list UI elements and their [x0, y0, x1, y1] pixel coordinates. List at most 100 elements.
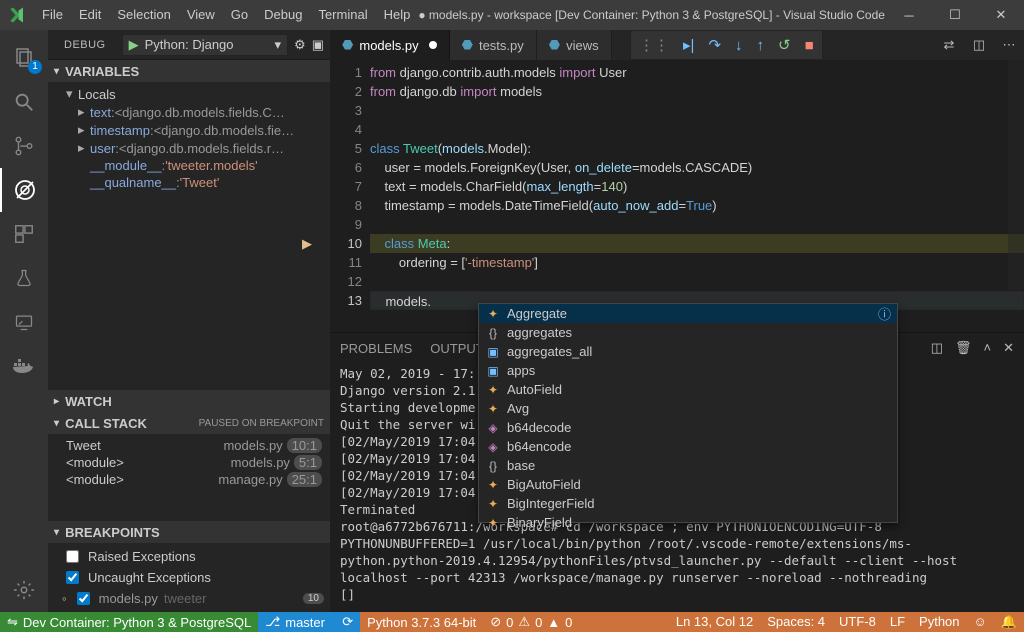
panel-close-icon[interactable]: ✕ [1003, 340, 1014, 356]
continue-icon[interactable]: ▸| [683, 36, 694, 54]
editor-area: ⬣models.py ⬣tests.py ⬣views ⇄ ◫ ⋯ ⋮⋮ ▸| … [330, 30, 1024, 612]
step-out-icon[interactable]: ↑ [757, 37, 765, 54]
testing-flask-icon[interactable] [0, 256, 48, 300]
ac-item[interactable]: ✦AutoField [479, 380, 897, 399]
ac-item[interactable]: {}base [479, 456, 897, 475]
panel-up-icon[interactable]: ˄ [984, 340, 992, 356]
ac-item[interactable]: {}aggregates [479, 323, 897, 342]
menu-go[interactable]: Go [223, 0, 256, 30]
sync-icon[interactable]: ⟳ [342, 614, 353, 630]
docker-icon[interactable] [0, 344, 48, 388]
bp-file[interactable]: ◦models.py tweeter10 [48, 588, 330, 609]
close-button[interactable]: ✕ [978, 0, 1024, 30]
ac-item[interactable]: ◈b64encode [479, 437, 897, 456]
menu-bar: File Edit Selection View Go Debug Termin… [34, 0, 418, 30]
method-icon: ✦ [485, 307, 501, 321]
autocomplete-popup[interactable]: ✦Aggregateⓘ {}aggregates ▣aggregates_all… [478, 303, 898, 523]
tab-tests[interactable]: ⬣tests.py [450, 30, 537, 60]
panel-tab-output[interactable]: OUTPUT [430, 341, 483, 356]
tab-models[interactable]: ⬣models.py [330, 30, 450, 60]
encoding[interactable]: UTF-8 [832, 614, 883, 629]
floating-debug-bar[interactable]: ⋮⋮ ▸| ↷ ↓ ↑ ↺ ■ [630, 30, 823, 60]
code-editor[interactable]: 123456789 10▶ 111213 from django.contrib… [330, 60, 1024, 332]
panel-split-icon[interactable]: ◫ [931, 340, 943, 356]
explorer-icon[interactable]: 1 [0, 36, 48, 80]
var-text[interactable]: ▸text: <django.db.models.fields.C… [48, 103, 330, 121]
frame-module-2[interactable]: <module>manage.py25:1 [48, 471, 330, 488]
step-into-icon[interactable]: ↓ [735, 37, 743, 54]
extensions-icon[interactable] [0, 212, 48, 256]
menu-selection[interactable]: Selection [109, 0, 178, 30]
stop-icon[interactable]: ■ [805, 37, 814, 54]
maximize-button[interactable]: ☐ [932, 0, 978, 30]
debug-label: DEBUG [54, 37, 116, 53]
scm-icon[interactable] [0, 124, 48, 168]
frame-module-1[interactable]: <module>models.py5:1 [48, 454, 330, 471]
debug-icon[interactable] [0, 168, 48, 212]
menu-edit[interactable]: Edit [71, 0, 109, 30]
ac-item[interactable]: ✦BigAutoField [479, 475, 897, 494]
breakpoints-section[interactable]: ▾ BREAKPOINTS [48, 521, 330, 543]
ac-item[interactable]: ✦Avg [479, 399, 897, 418]
menu-debug[interactable]: Debug [256, 0, 310, 30]
var-timestamp[interactable]: ▸timestamp: <django.db.models.fie… [48, 121, 330, 139]
minimap[interactable] [1008, 60, 1024, 290]
ac-item[interactable]: ✦BinaryField [479, 513, 897, 532]
watch-section[interactable]: ▸ WATCH [48, 390, 330, 412]
split-editor-icon[interactable]: ◫ [964, 30, 994, 60]
ac-item[interactable]: ▣apps [479, 361, 897, 380]
menu-view[interactable]: View [179, 0, 223, 30]
remote-indicator[interactable]: ⇋Dev Container: Python 3 & PostgreSQL [0, 612, 258, 632]
restart-icon[interactable]: ↺ [778, 36, 791, 54]
bp-raised-checkbox[interactable] [66, 550, 79, 563]
eol[interactable]: LF [883, 614, 912, 629]
language-mode[interactable]: Python [912, 614, 966, 629]
ac-item[interactable]: ✦Aggregateⓘ [479, 304, 897, 323]
bp-raised[interactable]: Raised Exceptions [48, 546, 330, 567]
settings-gear-icon[interactable] [0, 568, 48, 612]
debug-config: Python: Django [145, 37, 234, 52]
namespace-icon: {} [485, 459, 501, 473]
bp-uncaught[interactable]: Uncaught Exceptions [48, 567, 330, 588]
more-icon[interactable]: ⋯ [994, 30, 1024, 60]
menu-file[interactable]: File [34, 0, 71, 30]
frame-tweet[interactable]: Tweetmodels.py10:1 [48, 437, 330, 454]
tab-views[interactable]: ⬣views [537, 30, 612, 60]
feedback-icon[interactable]: ☺ [967, 614, 994, 629]
bp-uncaught-checkbox[interactable] [66, 571, 79, 584]
menu-help[interactable]: Help [376, 0, 419, 30]
cursor-position[interactable]: Ln 13, Col 12 [669, 614, 760, 629]
ac-item[interactable]: ▣aggregates_all [479, 342, 897, 361]
variables-section[interactable]: ▾ VARIABLES [48, 60, 330, 82]
menu-terminal[interactable]: Terminal [310, 0, 375, 30]
debug-gear-icon[interactable]: ⚙ [294, 37, 306, 53]
branch-icon: ⎇ [265, 614, 280, 630]
remote-icon: ⇋ [7, 614, 18, 630]
var-qualname[interactable]: __qualname__: 'Tweet' [48, 174, 330, 191]
code-lines[interactable]: from django.contrib.auth.models import U… [370, 60, 1024, 332]
search-icon[interactable] [0, 80, 48, 124]
method-icon: ✦ [485, 383, 501, 397]
scope-locals[interactable]: ▾Locals [48, 85, 330, 103]
panel-trash-icon[interactable]: 🗑 [955, 340, 972, 356]
debug-console-icon[interactable]: ▣ [312, 37, 324, 53]
ac-item[interactable]: ◈b64decode [479, 418, 897, 437]
info-icon[interactable]: ⓘ [878, 304, 891, 323]
var-module[interactable]: __module__: 'tweeter.models' [48, 157, 330, 174]
var-user[interactable]: ▸user: <django.db.models.fields.r… [48, 139, 330, 157]
minimize-button[interactable]: ─ [886, 0, 932, 30]
callstack-section[interactable]: ▾ CALL STACKPAUSED ON BREAKPOINT [48, 412, 330, 434]
ac-item[interactable]: ✦BigIntegerField [479, 494, 897, 513]
panel-tab-problems[interactable]: PROBLEMS [340, 341, 412, 356]
remote-icon[interactable] [0, 300, 48, 344]
indentation[interactable]: Spaces: 4 [760, 614, 832, 629]
grip-icon[interactable]: ⋮⋮ [639, 36, 669, 54]
problems-counts[interactable]: ⊘0 ⚠0 ▲0 [483, 612, 579, 632]
notification-bell-icon[interactable]: 🔔 [994, 614, 1024, 630]
branch-indicator[interactable]: ⎇master ⟳ [258, 612, 360, 632]
debug-config-select[interactable]: ▶ Python: Django ▾ [122, 34, 288, 56]
compare-icon[interactable]: ⇄ [934, 30, 964, 60]
step-over-icon[interactable]: ↷ [708, 36, 721, 54]
python-env[interactable]: Python 3.7.3 64-bit [360, 612, 483, 632]
bp-file-checkbox[interactable] [77, 592, 90, 605]
